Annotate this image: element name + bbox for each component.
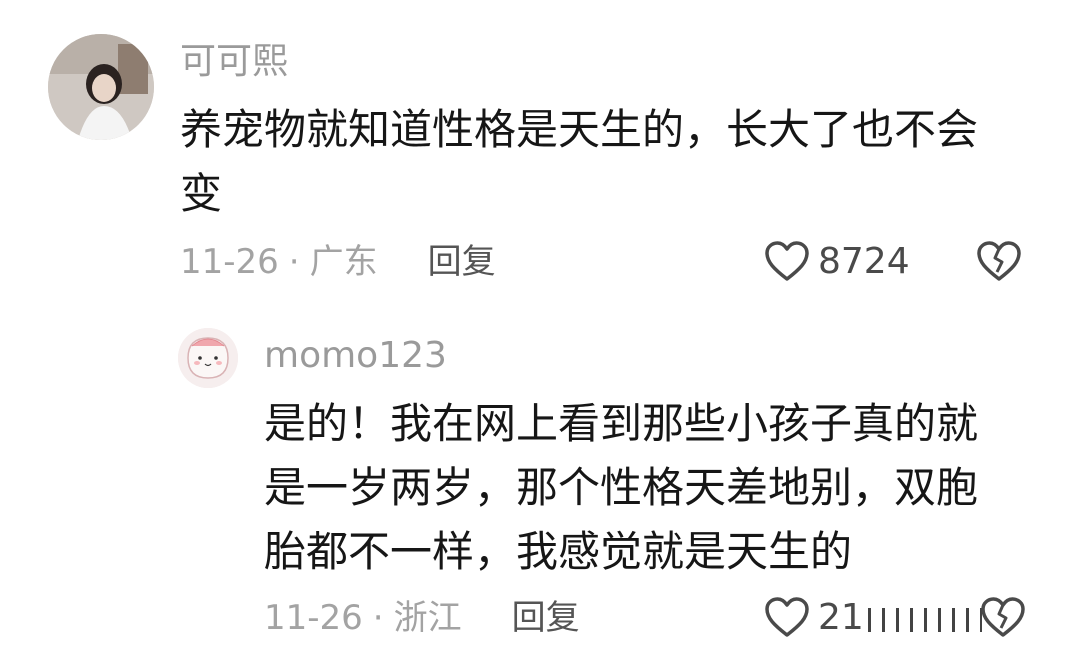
username[interactable]: 可可熙 [180, 40, 288, 84]
heart-outline-icon [765, 597, 809, 637]
username[interactable]: momo123 [264, 334, 447, 378]
broken-heart-icon [981, 597, 1025, 637]
heart-outline-icon [765, 241, 809, 281]
comment-meta: 11-26 · 浙江 回复 [264, 596, 580, 640]
comment-line: 胎都不一样，我感觉就是天生的 [264, 527, 853, 576]
like-button[interactable]: 8724 [764, 240, 910, 282]
avatar-illustration [178, 328, 238, 388]
redaction-overlay [862, 608, 982, 632]
meta-separator: · [288, 242, 300, 282]
comment-line: 是的！我在网上看到那些小孩子真的就 [264, 399, 979, 448]
like-count: 21 [818, 596, 864, 638]
comment-date: 11-26 [264, 598, 363, 638]
comment-text: 是的！我在网上看到那些小孩子真的就 是一岁两岁，那个性格天差地别，双胞 胎都不一… [264, 392, 978, 584]
avatar[interactable] [178, 328, 238, 388]
like-button[interactable]: 21 [764, 596, 864, 638]
like-count: 8724 [818, 240, 910, 282]
comment-meta: 11-26 · 广东 回复 [180, 240, 496, 284]
comment-line: 是一岁两岁，那个性格天差地别，双胞 [264, 463, 979, 512]
comment-item: 可可熙 养宠物就知道性格是天生的，长大了也不会 变 11-26 · 广东 回复 … [0, 0, 1080, 300]
broken-heart-icon [977, 241, 1021, 281]
reply-item: momo123 是的！我在网上看到那些小孩子真的就 是一岁两岁，那个性格天差地别… [0, 300, 1080, 648]
meta-separator: · [372, 598, 384, 638]
reply-button[interactable]: 回复 [428, 240, 496, 284]
dislike-button[interactable] [980, 596, 1026, 642]
comment-line: 养宠物就知道性格是天生的，长大了也不会 [180, 105, 979, 154]
dislike-button[interactable] [976, 240, 1022, 286]
comment-location: 广东 [309, 242, 378, 282]
reply-button[interactable]: 回复 [512, 596, 580, 640]
comment-line: 变 [180, 169, 223, 218]
comment-date: 11-26 [180, 242, 279, 282]
comment-location: 浙江 [393, 598, 462, 638]
comment-text: 养宠物就知道性格是天生的，长大了也不会 变 [180, 98, 978, 226]
avatar-photo [48, 34, 154, 140]
avatar[interactable] [48, 34, 154, 140]
